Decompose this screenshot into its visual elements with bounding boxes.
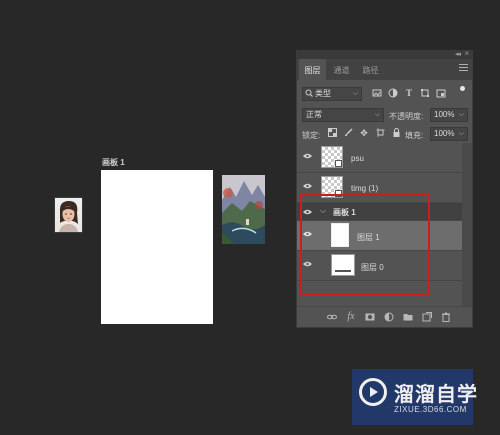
artboard-group-row[interactable]: ⌵ 画板 1 [297, 203, 462, 221]
layers-panel: ◂◂ × 图层 通道 路径 类型 ⌵ T 正常 ⌵ 不透明度: 100% ⌵ 锁… [296, 49, 473, 328]
portrait-image[interactable] [54, 197, 83, 233]
opacity-input[interactable]: 100% ⌵ [430, 108, 468, 122]
play-logo-icon [359, 378, 387, 406]
panel-menu-icon[interactable] [459, 62, 468, 73]
layer-thumbnail [321, 146, 343, 168]
panel-tabs: 图层 通道 路径 [297, 59, 472, 80]
chevron-down-icon: ⌵ [458, 130, 464, 137]
pixel-filter-icon[interactable] [372, 88, 382, 98]
layers-list: psu timg (1) ⌵ 画板 1 图层 1 图层 0 [297, 143, 472, 308]
trash-icon[interactable] [441, 312, 451, 322]
search-icon [305, 88, 313, 102]
artboard-layer-name[interactable]: 画板 1 [333, 207, 356, 218]
layer-name[interactable]: psu [351, 154, 364, 163]
artboard-title[interactable]: 画板 1 [102, 157, 125, 168]
panel-header: ◂◂ × [297, 49, 472, 59]
adjustment-filter-icon[interactable] [388, 88, 398, 98]
opacity-value: 100% [434, 110, 455, 119]
chevron-down-icon[interactable]: ⌵ [320, 206, 326, 216]
chevron-down-icon: ⌵ [458, 111, 464, 118]
layer-name[interactable]: timg (1) [351, 184, 378, 193]
chevron-down-icon: ⌵ [352, 90, 358, 97]
smart-object-filter-icon[interactable] [436, 88, 446, 98]
layer-thumbnail [331, 254, 355, 276]
lock-transparent-icon[interactable] [327, 128, 337, 138]
close-icon[interactable]: × [464, 49, 469, 58]
layer-name[interactable]: 图层 1 [357, 232, 380, 243]
eye-icon[interactable] [303, 261, 312, 267]
layer-thumbnail [331, 223, 349, 247]
fx-icon[interactable]: fx [346, 312, 356, 322]
new-layer-icon[interactable] [422, 312, 432, 322]
watermark: 溜溜自学 ZIXUE.3D66.COM [352, 369, 477, 425]
layer-row-selected[interactable]: 图层 1 [297, 221, 462, 251]
blend-mode-value: 正常 [306, 110, 322, 119]
layers-toolbar: fx [297, 306, 472, 327]
eye-icon[interactable] [303, 183, 312, 189]
filter-toggle-icon[interactable] [460, 86, 465, 91]
lock-all-icon[interactable] [391, 128, 401, 138]
tab-layers[interactable]: 图层 [299, 59, 326, 80]
thumbnail-mark [335, 270, 351, 272]
layer-name[interactable]: 图层 0 [361, 262, 384, 273]
mask-icon[interactable] [365, 312, 375, 322]
filter-kind-label: 类型 [315, 89, 331, 98]
watermark-url: ZIXUE.3D66.COM [394, 405, 467, 414]
lock-brush-icon[interactable] [343, 128, 353, 138]
eye-icon[interactable] [303, 153, 312, 159]
eye-icon[interactable] [303, 231, 312, 237]
type-filter-icon[interactable]: T [404, 88, 414, 98]
fill-input[interactable]: 100% ⌵ [430, 127, 468, 141]
blend-mode-select[interactable]: 正常 ⌵ [302, 108, 384, 122]
chevron-down-icon: ⌵ [374, 111, 380, 118]
lock-row: 锁定: ✥ 填充: 100% ⌵ [297, 125, 472, 145]
collapse-icon[interactable]: ◂◂ [455, 50, 461, 58]
watermark-title: 溜溜自学 [394, 384, 478, 406]
opacity-label: 不透明度: [389, 112, 424, 121]
lock-artboard-icon[interactable] [375, 128, 385, 138]
layer-row[interactable]: 图层 0 [297, 251, 462, 281]
blend-row: 正常 ⌵ 不透明度: 100% ⌵ [297, 105, 472, 125]
layer-thumbnail [321, 176, 343, 198]
landscape-painting[interactable] [222, 175, 265, 244]
filter-kind-select[interactable]: 类型 ⌵ [302, 87, 362, 101]
layer-row[interactable]: timg (1) [297, 173, 462, 203]
layer-row[interactable]: psu [297, 143, 462, 173]
adjustment-icon[interactable] [384, 312, 394, 322]
artboard[interactable] [101, 170, 213, 324]
tab-channels[interactable]: 通道 [328, 59, 355, 80]
fill-label: 填充: [405, 131, 424, 140]
folder-icon[interactable] [403, 312, 413, 322]
eye-icon[interactable] [303, 209, 312, 215]
smart-object-badge-icon [335, 190, 342, 197]
fill-value: 100% [434, 129, 455, 138]
filter-row: 类型 ⌵ T [297, 84, 472, 104]
layers-scrollbar[interactable] [462, 143, 472, 313]
lock-label: 锁定: [302, 131, 321, 140]
shape-filter-icon[interactable] [420, 88, 430, 98]
link-icon[interactable] [327, 312, 337, 322]
tab-paths[interactable]: 路径 [357, 59, 384, 80]
smart-object-badge-icon [335, 160, 342, 167]
lock-move-icon[interactable]: ✥ [359, 128, 369, 138]
